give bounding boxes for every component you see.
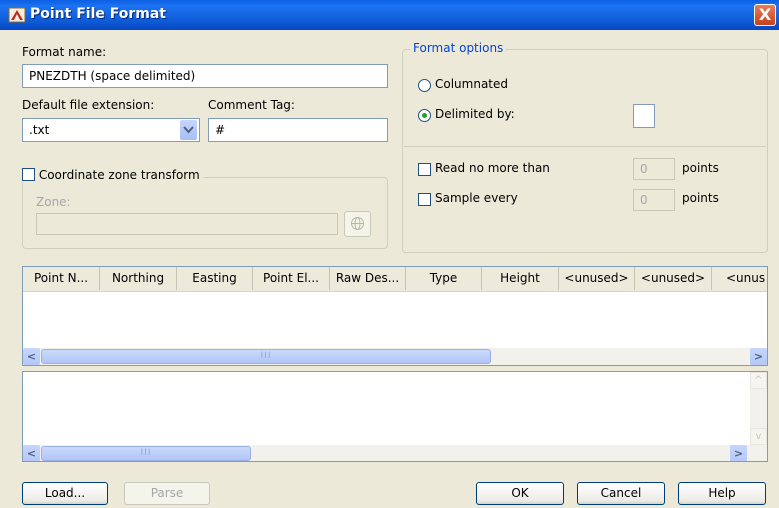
column-header[interactable]: <unused> [635,267,712,290]
read-no-more-checkbox[interactable] [418,163,431,176]
preview-vertical-scrollbar: ^ v [750,372,767,445]
coordinate-zone-checkbox[interactable] [22,168,35,181]
columnated-radio[interactable] [418,79,431,92]
comment-tag-label: Comment Tag: [208,98,295,112]
preview-panel[interactable]: ^ v < III > [22,371,768,462]
column-grid[interactable]: Point N... Northing Easting Point El... … [22,266,768,366]
scroll-left-icon[interactable]: < [23,445,40,461]
column-header[interactable]: Type [406,267,482,290]
read-no-more-field: 0 [633,158,675,180]
sample-every-checkbox[interactable] [418,193,431,206]
scroll-up-icon: ^ [750,372,767,389]
radio-selected-dot [422,113,427,118]
scrollbar-thumb[interactable]: III [41,349,491,364]
default-extension-combo[interactable]: .txt [22,118,200,142]
delimited-radio[interactable] [418,109,431,122]
coordinate-zone-label: Coordinate zone transform [38,168,200,182]
format-name-field[interactable]: PNEZDTH (space delimited) [22,64,388,88]
column-header[interactable]: <unused> [559,267,635,290]
zone-picker-button [344,211,371,237]
column-header[interactable]: Point El... [253,267,330,290]
format-name-label: Format name: [22,45,107,59]
default-extension-value: .txt [29,123,50,137]
ok-button[interactable]: OK [476,482,564,505]
columnated-label: Columnated [435,77,509,91]
point-file-format-dialog: Point File Format X Format name: PNEZDTH… [0,0,779,508]
preview-horizontal-scrollbar[interactable]: < III > [23,445,767,461]
read-no-more-label: Read no more than [435,161,550,175]
scroll-down-icon: v [750,428,767,445]
parse-button: Parse [124,482,210,505]
column-header-row: Point N... Northing Easting Point El... … [23,267,767,292]
delimited-label: Delimited by: [435,107,515,121]
delimiter-field[interactable] [633,104,655,128]
coordinate-zone-header[interactable]: Coordinate zone transform [20,168,203,182]
zone-label: Zone: [36,195,71,209]
chevron-down-icon[interactable] [180,120,197,140]
column-header[interactable]: Northing [100,267,177,290]
window-title: Point File Format [30,6,166,22]
sample-every-label: Sample every [435,191,518,205]
default-extension-label: Default file extension: [22,98,155,112]
help-button[interactable]: Help [678,482,766,505]
column-header[interactable]: Easting [177,267,253,290]
read-no-more-unit: points [682,161,719,175]
format-options-title: Format options [410,41,507,55]
globe-icon [351,217,364,230]
scroll-right-icon[interactable]: > [730,445,747,461]
sample-every-field: 0 [633,189,675,211]
title-bar[interactable]: Point File Format X [0,0,779,30]
grid-horizontal-scrollbar[interactable]: < III > [23,348,767,365]
column-header[interactable]: Height [482,267,559,290]
format-options-divider [404,146,766,147]
close-icon: X [758,5,772,24]
close-button[interactable]: X [754,4,776,26]
column-header[interactable]: Point N... [23,267,100,290]
app-icon [8,7,26,23]
comment-tag-field[interactable]: # [208,118,388,142]
scroll-right-icon[interactable]: > [750,348,767,365]
zone-field [36,213,338,235]
column-header[interactable]: <unus [712,267,767,290]
cancel-button[interactable]: Cancel [577,482,665,505]
scroll-left-icon[interactable]: < [23,348,40,365]
load-button[interactable]: Load... [22,482,108,505]
column-header[interactable]: Raw Des... [330,267,406,290]
scrollbar-thumb[interactable]: III [41,446,251,461]
sample-every-unit: points [682,191,719,205]
